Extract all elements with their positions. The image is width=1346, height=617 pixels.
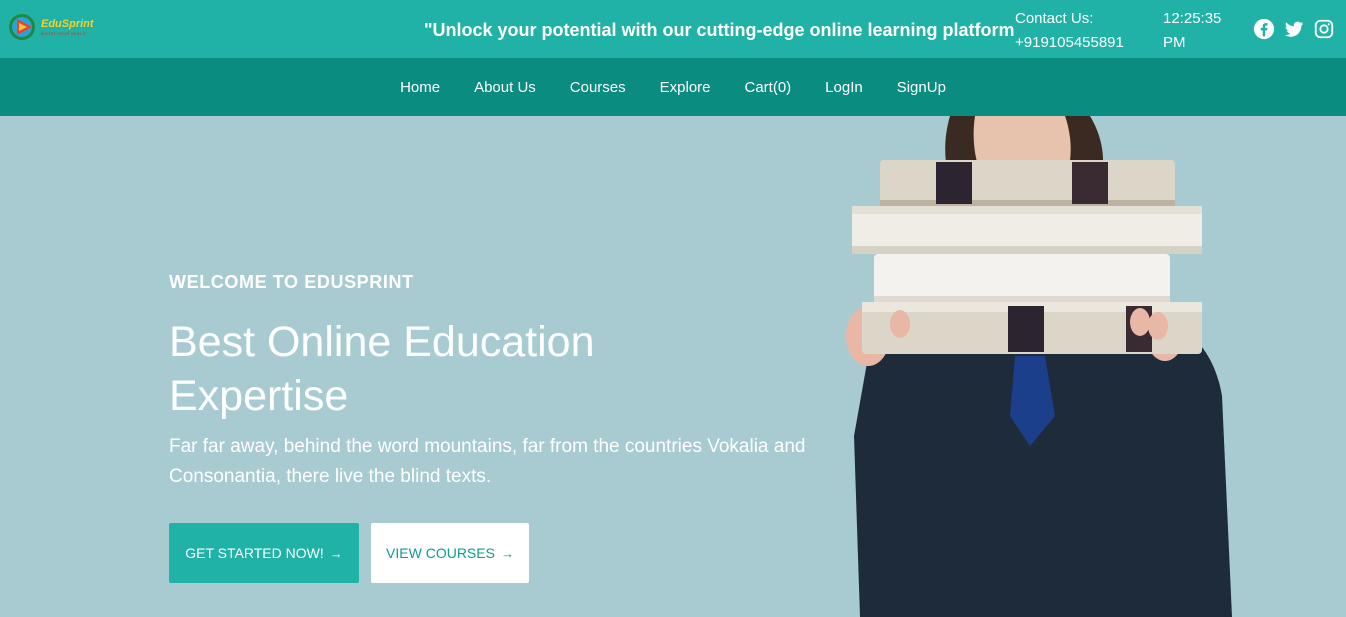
hero-headline: Best Online Education Expertise <box>169 315 689 423</box>
announcement-marquee: "Unlock your potential with our cutting-… <box>420 0 1015 58</box>
nav-item-courses[interactable]: Courses <box>570 79 626 96</box>
twitter-icon[interactable] <box>1283 18 1305 40</box>
logo-tagline: BOOST YOUR SKILLS <box>41 30 86 36</box>
logo[interactable]: EduSprint BOOST YOUR SKILLS <box>8 12 98 42</box>
hero-eyebrow: WELCOME TO EDUSPRINT <box>169 272 414 292</box>
hero-headline-line2: Expertise <box>169 372 349 420</box>
contact-phone[interactable]: +919105455891 <box>1015 31 1155 55</box>
nav-item-home[interactable]: Home <box>400 79 440 96</box>
arrow-right-icon: → <box>329 545 343 561</box>
hero-subtitle: Far far away, behind the word mountains,… <box>169 436 806 487</box>
facebook-icon[interactable] <box>1253 18 1275 40</box>
nav-item-login[interactable]: LogIn <box>825 79 863 96</box>
nav-item-explore[interactable]: Explore <box>660 79 711 96</box>
clock: 12:25:35 PM <box>1163 7 1243 55</box>
get-started-button[interactable]: GET STARTED NOW! → <box>169 523 359 583</box>
nav-item-cart[interactable]: Cart(0) <box>745 79 792 96</box>
contact-label: Contact Us: <box>1015 10 1094 27</box>
logo-mark-icon <box>8 12 38 42</box>
logo-name: EduSprint <box>41 17 94 30</box>
top-bar: EduSprint BOOST YOUR SKILLS "Unlock your… <box>0 0 1346 58</box>
view-courses-label: VIEW COURSES <box>386 545 495 561</box>
instagram-icon[interactable] <box>1313 18 1335 40</box>
hero-headline-line1: Best Online Education <box>169 318 595 366</box>
nav-item-about-us[interactable]: About Us <box>474 79 536 96</box>
marquee-text: "Unlock your potential with our cutting-… <box>424 20 1015 40</box>
contact-info: Contact Us: +919105455891 <box>1015 7 1155 55</box>
arrow-right-icon: → <box>500 545 514 561</box>
view-courses-button[interactable]: VIEW COURSES → <box>371 523 529 583</box>
nav-item-signup[interactable]: SignUp <box>897 79 946 96</box>
hero-image <box>840 116 1240 617</box>
main-nav: Home About Us Courses Explore Cart(0) Lo… <box>0 58 1346 116</box>
clock-period: PM <box>1163 34 1186 51</box>
get-started-label: GET STARTED NOW! <box>185 545 324 561</box>
clock-time: 12:25:35 <box>1163 10 1222 27</box>
